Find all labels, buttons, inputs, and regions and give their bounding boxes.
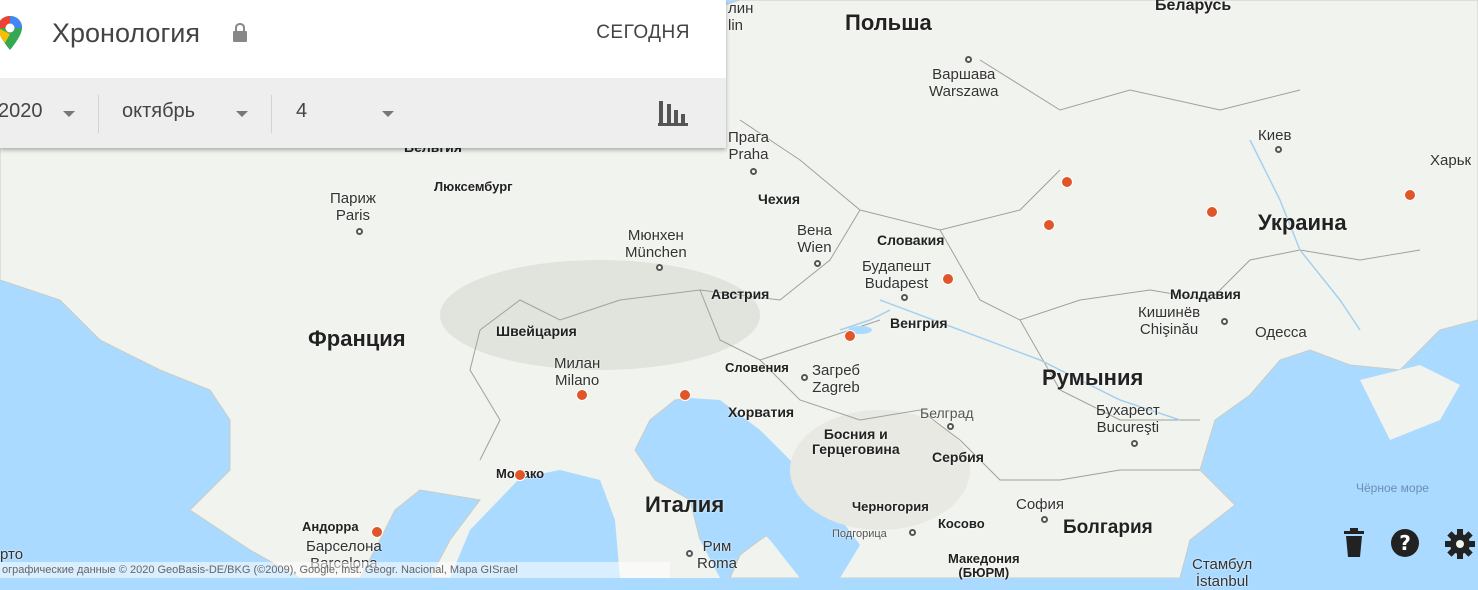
label-prague: Прага Praha [728, 129, 769, 163]
location-marker[interactable] [371, 526, 383, 538]
today-button[interactable]: СЕГОДНЯ [596, 22, 690, 44]
date-selectors: 2020 октябрь 4 [0, 78, 726, 148]
location-marker[interactable] [1061, 176, 1073, 188]
label-luxembourg: Люксембург [434, 179, 513, 194]
location-marker[interactable] [942, 273, 954, 285]
location-marker[interactable] [1043, 219, 1055, 231]
label-berlin: лин lin [728, 0, 754, 34]
label-slovakia: Словакия [877, 232, 945, 248]
month-select[interactable]: октябрь [122, 100, 195, 123]
label-milan: Милан Milano [554, 355, 601, 389]
trash-icon [1344, 528, 1364, 557]
city-dot-budapest [901, 294, 908, 301]
label-kharkiv: Харьк [1430, 152, 1472, 169]
svg-text:?: ? [1399, 531, 1411, 555]
city-dot-rome [686, 550, 693, 557]
label-chisinau: Кишинёв Chişinău [1138, 304, 1201, 338]
city-dot-munich [656, 264, 663, 271]
city-dot-paris [356, 228, 363, 235]
city-dot-zagreb [801, 374, 808, 381]
label-czechia: Чехия [758, 191, 800, 207]
label-rome: Рим Roma [697, 538, 738, 572]
city-dot-bucharest [1131, 440, 1138, 447]
location-marker[interactable] [576, 389, 588, 401]
label-poland: Польша [845, 10, 932, 35]
lock-icon [233, 23, 247, 42]
label-montenegro: Черногория [852, 499, 929, 514]
label-italy: Италия [645, 492, 725, 517]
dropdown-caret-icon[interactable] [382, 111, 394, 117]
label-moldova: Молдавия [1170, 286, 1241, 302]
label-istanbul: Стамбул İstanbul [1192, 556, 1253, 590]
label-serbia: Сербия [932, 449, 984, 465]
label-austria: Австрия [711, 286, 770, 302]
location-marker[interactable] [1404, 189, 1416, 201]
label-romania: Румыния [1042, 365, 1144, 390]
divider [98, 95, 99, 133]
map-attribution: ографические данные © 2020 GeoBasis-DE/B… [0, 562, 670, 578]
dropdown-caret-icon[interactable] [63, 111, 75, 117]
label-zagreb: Загреб Zagreb [812, 362, 860, 396]
label-belarus: Беларусь [1155, 0, 1232, 14]
timeline-panel: Хронология СЕГОДНЯ 2020 октябрь 4 [0, 0, 726, 148]
label-warsaw: Варшава Warszawa [929, 66, 999, 100]
label-vienna: Вена Wien [797, 222, 832, 256]
label-andorra: Андорра [302, 519, 359, 534]
label-podgorica: Подгорица [832, 528, 887, 540]
day-select[interactable]: 4 [296, 100, 307, 123]
label-bucharest: Бухарест Bucureşti [1096, 402, 1160, 436]
city-dot-belgrade [947, 423, 954, 430]
label-odessa: Одесса [1255, 324, 1307, 341]
label-budapest: Будапешт Budapest [862, 258, 931, 292]
dropdown-caret-icon[interactable] [236, 111, 248, 117]
city-dot-kyiv [1275, 146, 1282, 153]
year-select[interactable]: 2020 [0, 100, 43, 123]
label-paris: Париж Paris [330, 190, 376, 224]
help-icon: ? [1391, 529, 1419, 557]
label-munich: Мюнхен München [625, 227, 687, 261]
settings-button[interactable] [1444, 528, 1476, 565]
label-sofia: София [1016, 496, 1065, 513]
city-dot-prague [750, 168, 757, 175]
city-dot-vienna [814, 260, 821, 267]
bar-chart-icon[interactable] [658, 98, 688, 126]
timeline-header: Хронология СЕГОДНЯ [0, 0, 726, 78]
label-porto: рто [0, 546, 24, 563]
label-kyiv: Киев [1258, 127, 1292, 144]
label-croatia: Хорватия [728, 404, 795, 420]
label-bosnia: Босния и Герцеговина [812, 426, 900, 457]
settings-icon [1445, 529, 1475, 559]
label-france: Франция [308, 326, 406, 351]
label-switzerland: Швейцария [496, 323, 577, 339]
label-black-sea: Чёрное море [1356, 481, 1429, 495]
divider [271, 95, 272, 133]
label-bulgaria: Болгария [1063, 517, 1153, 538]
trash-button[interactable] [1342, 528, 1366, 563]
label-ukraine: Украина [1258, 210, 1347, 235]
label-macedonia: Македония (БЮРМ) [948, 551, 1020, 580]
city-dot-podgorica [909, 529, 916, 536]
location-marker[interactable] [844, 330, 856, 342]
location-marker[interactable] [679, 389, 691, 401]
help-button[interactable]: ? [1390, 528, 1420, 563]
label-hungary: Венгрия [890, 315, 948, 331]
city-dot-sofia [1041, 516, 1048, 523]
maps-pin-icon [0, 16, 22, 50]
label-belgrade: Белград [920, 405, 974, 421]
label-kosovo: Косово [938, 516, 985, 531]
page-title: Хронология [52, 18, 200, 48]
location-marker[interactable] [514, 469, 526, 481]
label-slovenia: Словения [725, 360, 789, 375]
city-dot-warsaw [965, 56, 972, 63]
location-marker[interactable] [1206, 206, 1218, 218]
city-dot-chisinau [1221, 318, 1228, 325]
